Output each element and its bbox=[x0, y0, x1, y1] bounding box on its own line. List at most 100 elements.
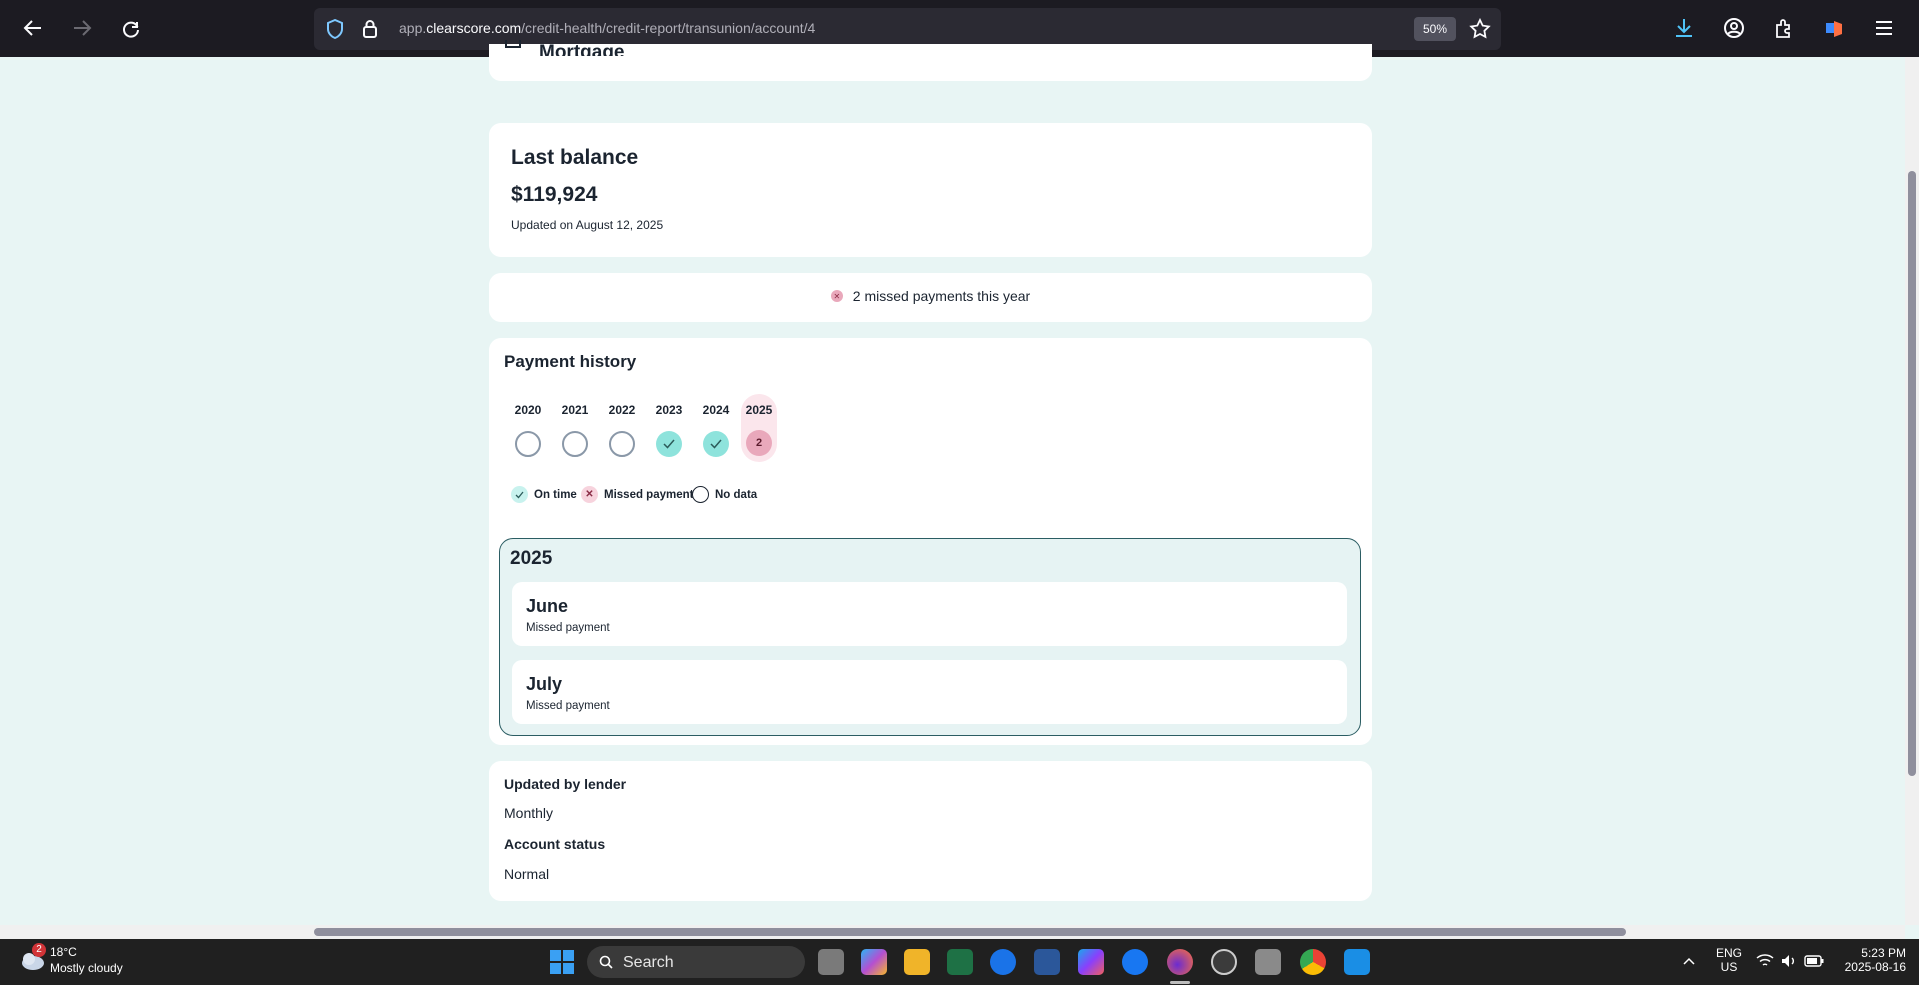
year-label: 2025 bbox=[745, 403, 773, 417]
year-label: 2022 bbox=[608, 403, 636, 417]
mortgage-icon bbox=[505, 40, 521, 48]
language-indicator[interactable]: ENG US bbox=[1714, 946, 1744, 974]
reload-icon bbox=[123, 21, 139, 38]
lock-icon[interactable] bbox=[362, 19, 378, 39]
year-2022[interactable]: 2022 bbox=[602, 403, 642, 457]
balance-title: Last balance bbox=[511, 146, 639, 169]
clock-time: 5:23 PM bbox=[1861, 946, 1906, 960]
account-details-card: Updated by lender Monthly Account status… bbox=[489, 761, 1372, 901]
windows-logo-tile bbox=[563, 950, 574, 961]
back-button[interactable] bbox=[19, 14, 47, 42]
weather-badge: 2 bbox=[32, 943, 46, 957]
balance-updated-date: Updated on August 12, 2025 bbox=[511, 218, 664, 232]
battery-icon[interactable] bbox=[1804, 954, 1824, 968]
vertical-scroll-thumb[interactable] bbox=[1908, 171, 1916, 776]
media-player-icon[interactable] bbox=[1211, 949, 1237, 975]
excel-icon[interactable] bbox=[947, 949, 973, 975]
payment-history-title: Payment history bbox=[504, 352, 637, 371]
month-item-june[interactable]: June Missed payment bbox=[512, 582, 1347, 646]
month-status: Missed payment bbox=[526, 622, 610, 634]
taskbar-search[interactable]: Search bbox=[587, 946, 805, 978]
copilot-icon[interactable] bbox=[861, 949, 887, 975]
firefox-icon[interactable] bbox=[1167, 949, 1193, 975]
no-data-legend-icon bbox=[692, 486, 709, 503]
year-2023[interactable]: 2023 bbox=[649, 403, 689, 457]
year-2024[interactable]: 2024 bbox=[696, 403, 736, 457]
keyboard-region: US bbox=[1720, 960, 1738, 974]
weather-description: Mostly cloudy bbox=[50, 961, 123, 975]
weather-widget[interactable]: 2 18°C Mostly cloudy bbox=[18, 943, 123, 977]
forward-arrow-icon bbox=[74, 20, 92, 36]
url-path: /credit-health/credit-report/transunion/… bbox=[521, 20, 816, 36]
teamviewer-icon[interactable] bbox=[990, 949, 1016, 975]
horizontal-scroll-thumb[interactable] bbox=[314, 928, 1626, 936]
legend-missed: ✕ Missed payment bbox=[581, 486, 693, 503]
search-placeholder: Search bbox=[623, 954, 674, 971]
year-label: 2021 bbox=[561, 403, 589, 417]
app-icon[interactable] bbox=[1255, 949, 1281, 975]
chevron-up-icon[interactable] bbox=[1683, 956, 1695, 966]
menu-icon[interactable] bbox=[1874, 18, 1894, 38]
on-time-check-icon bbox=[656, 431, 682, 457]
forward-button[interactable] bbox=[68, 14, 96, 42]
zoom-level-badge[interactable]: 50% bbox=[1414, 17, 1456, 41]
reload-button[interactable] bbox=[117, 14, 145, 42]
missed-summary-text: 2 missed payments this year bbox=[852, 288, 1031, 304]
year-label: 2024 bbox=[702, 403, 730, 417]
taskbar: 2 18°C Mostly cloudy Search ENG US 5:23 … bbox=[0, 939, 1919, 985]
year-2021[interactable]: 2021 bbox=[555, 403, 595, 457]
messenger-icon[interactable] bbox=[1122, 949, 1148, 975]
year-detail-panel: 2025 June Missed payment July Missed pay… bbox=[499, 538, 1361, 736]
file-explorer-icon[interactable] bbox=[904, 949, 930, 975]
bookmark-star-icon[interactable] bbox=[1469, 18, 1491, 40]
missed-count-badge: 2 bbox=[746, 430, 772, 456]
missed-payments-summary: ✕ 2 missed payments this year bbox=[489, 273, 1372, 322]
updated-by-lender-label: Updated by lender bbox=[504, 776, 627, 792]
year-2025-selected[interactable]: 2025 2 bbox=[741, 394, 777, 462]
account-header-card: Mortgage bbox=[489, 40, 1372, 81]
photos-icon[interactable] bbox=[1344, 949, 1370, 975]
windows-logo-tile bbox=[563, 963, 574, 974]
missed-legend-icon: ✕ bbox=[581, 486, 598, 503]
account-type-heading: Mortgage bbox=[539, 42, 625, 63]
account-status-value: Normal bbox=[504, 866, 550, 882]
account-icon[interactable] bbox=[1723, 17, 1745, 39]
legend-on-time: On time bbox=[511, 486, 577, 503]
volume-icon[interactable] bbox=[1780, 953, 1798, 969]
task-view-icon[interactable] bbox=[818, 949, 844, 975]
balance-card: Last balance $119,924 Updated on August … bbox=[489, 123, 1372, 257]
chrome-icon[interactable] bbox=[1300, 949, 1326, 975]
month-name: July bbox=[526, 674, 563, 694]
search-icon bbox=[599, 955, 613, 969]
extensions-icon[interactable] bbox=[1773, 17, 1795, 39]
balance-amount: $119,924 bbox=[511, 183, 598, 206]
downloads-icon[interactable] bbox=[1674, 17, 1694, 39]
word-icon[interactable] bbox=[1034, 949, 1060, 975]
microsoft-365-icon[interactable] bbox=[1078, 949, 1104, 975]
url-host: clearscore.com bbox=[426, 20, 522, 36]
clock[interactable]: 5:23 PM 2025-08-16 bbox=[1834, 946, 1906, 974]
month-item-july[interactable]: July Missed payment bbox=[512, 660, 1347, 724]
no-data-circle bbox=[515, 431, 541, 457]
url-text[interactable]: app.clearscore.com/credit-health/credit-… bbox=[399, 20, 815, 36]
legend-no-data: No data bbox=[692, 486, 757, 503]
vertical-scrollbar[interactable] bbox=[1905, 57, 1919, 925]
horizontal-scrollbar[interactable] bbox=[0, 925, 1905, 939]
start-button[interactable] bbox=[550, 950, 574, 974]
on-time-check-icon bbox=[703, 431, 729, 457]
windows-logo-tile bbox=[550, 963, 561, 974]
legend-label: On time bbox=[534, 488, 577, 501]
wifi-icon[interactable] bbox=[1756, 953, 1774, 969]
payment-history-card: Payment history 2020 2021 2022 2023 2024… bbox=[489, 338, 1372, 745]
month-status: Missed payment bbox=[526, 700, 610, 712]
extension-app-icon[interactable] bbox=[1823, 17, 1845, 39]
year-label: 2023 bbox=[655, 403, 683, 417]
back-arrow-icon bbox=[23, 20, 41, 36]
month-name: June bbox=[526, 596, 569, 616]
account-status-label: Account status bbox=[504, 836, 606, 852]
year-2020[interactable]: 2020 bbox=[508, 403, 548, 457]
url-prefix: app. bbox=[399, 20, 427, 36]
no-data-circle bbox=[609, 431, 635, 457]
shield-icon[interactable] bbox=[326, 19, 344, 39]
no-data-circle bbox=[562, 431, 588, 457]
